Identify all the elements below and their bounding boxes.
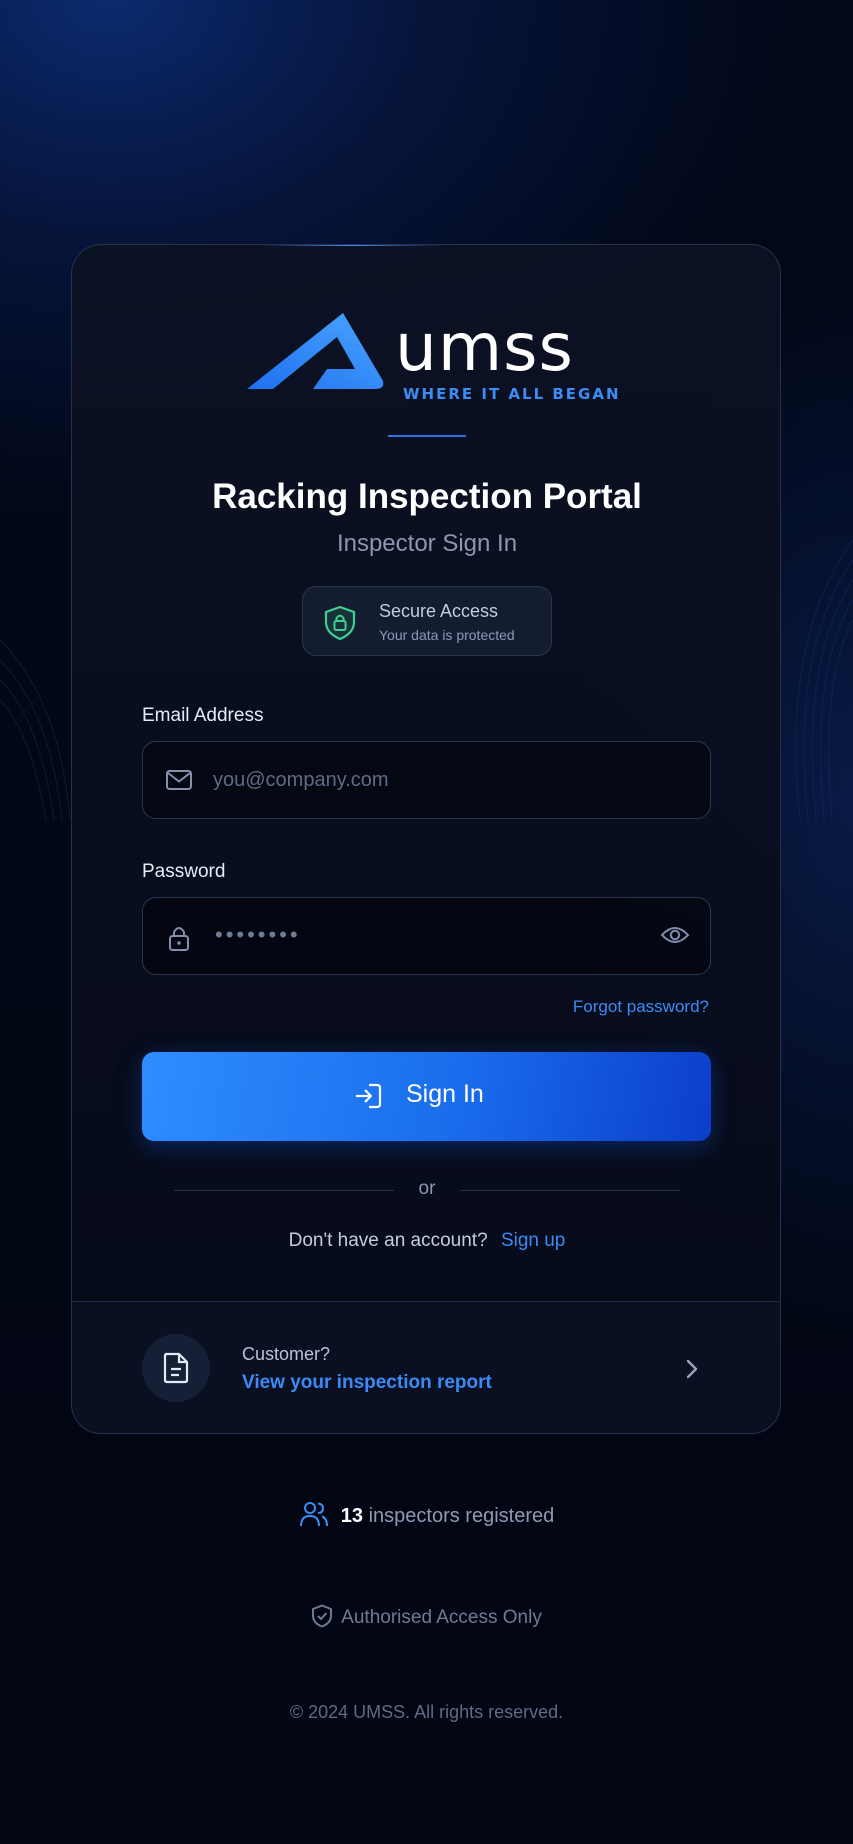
separator-text: or	[418, 1178, 436, 1199]
login-card: umss WHERE IT ALL BEGAN Racking Inspecti…	[71, 244, 781, 1434]
eye-icon[interactable]	[660, 923, 690, 952]
mail-icon	[165, 768, 193, 797]
brand-tagline: WHERE IT ALL BEGAN	[403, 385, 621, 403]
inspectors-count-label: inspectors registered	[368, 1505, 555, 1527]
card-top-glow	[262, 245, 442, 246]
customer-report-panel[interactable]: Customer? View your inspection report	[72, 1301, 780, 1433]
email-field[interactable]	[142, 741, 711, 819]
inspectors-count-number: 13	[340, 1505, 364, 1527]
brand-logo: umss WHERE IT ALL BEGAN	[245, 309, 619, 403]
chevron-right-icon[interactable]	[684, 1357, 700, 1386]
secure-access-title: Secure Access	[379, 601, 499, 621]
brand-wordmark: umss	[395, 309, 574, 386]
sign-in-label: Sign In	[406, 1080, 484, 1108]
users-icon	[299, 1502, 328, 1527]
sign-in-button[interactable]: Sign In	[142, 1052, 711, 1141]
umss-mountain-logo-icon	[247, 313, 384, 389]
page-subtitle: Inspector Sign In	[336, 530, 518, 557]
view-report-link[interactable]: View your inspection report	[242, 1372, 492, 1394]
email-input[interactable]	[213, 742, 633, 818]
sign-in-icon	[354, 1083, 382, 1112]
secure-access-subtitle: Your data is protected	[379, 627, 515, 643]
page-title: Racking Inspection Portal	[212, 477, 642, 516]
password-input[interactable]: ••••••••	[215, 922, 301, 948]
signup-prompt: Don't have an account?	[288, 1230, 488, 1251]
shield-check-icon	[312, 1604, 333, 1628]
inspectors-count: 13 inspectors registered	[0, 1500, 853, 1528]
secure-access-badge: Secure Access Your data is protected	[302, 586, 552, 656]
header-divider	[388, 435, 466, 437]
password-label: Password	[142, 861, 226, 882]
authorised-notice: Authorised Access Only	[0, 1604, 853, 1629]
lock-icon	[165, 924, 193, 957]
signup-row: Don't have an account? Sign up	[72, 1230, 780, 1252]
copyright-text: © 2024 UMSS. All rights reserved.	[289, 1702, 564, 1722]
email-label: Email Address	[142, 705, 264, 726]
signup-link[interactable]: Sign up	[501, 1230, 565, 1251]
document-icon	[163, 1352, 189, 1384]
password-field[interactable]: ••••••••	[142, 897, 711, 975]
customer-question: Customer?	[242, 1344, 331, 1364]
authorised-notice-text: Authorised Access Only	[341, 1607, 542, 1628]
forgot-password-link[interactable]: Forgot password?	[573, 997, 709, 1017]
document-icon-badge	[142, 1334, 210, 1402]
shield-lock-icon	[323, 605, 357, 646]
